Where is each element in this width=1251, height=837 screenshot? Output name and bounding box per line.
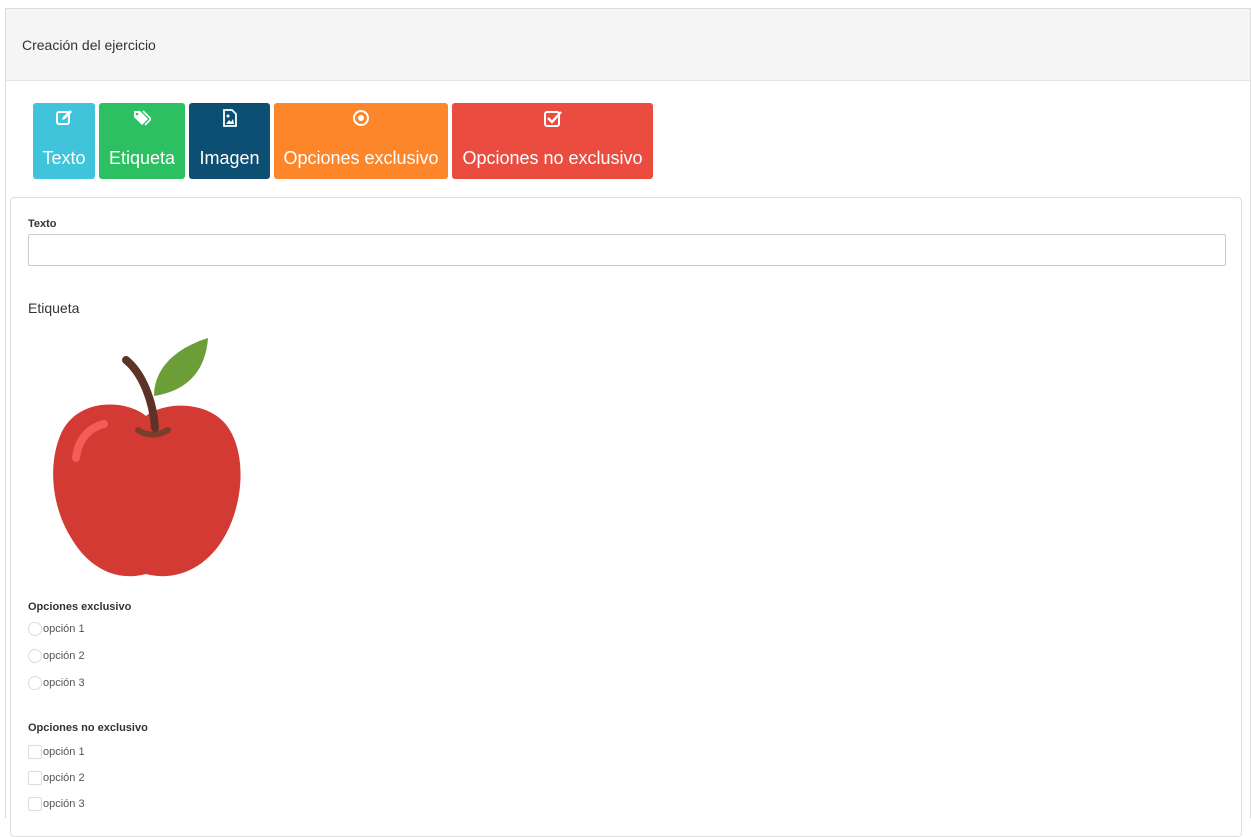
checkbox-icon: [543, 111, 562, 127]
checkbox-option-1[interactable]: opción 1: [28, 745, 85, 759]
opciones-exclusivo-button-label: Opciones exclusivo: [283, 148, 439, 168]
imagen-button[interactable]: Imagen: [189, 103, 270, 179]
radio-option-1[interactable]: opción 1: [28, 622, 85, 636]
opciones-no-exclusivo-button[interactable]: Opciones no exclusivo: [452, 103, 653, 179]
texto-button[interactable]: Texto: [33, 103, 95, 179]
radio-option-label: opción 3: [43, 677, 85, 689]
radio-button[interactable]: [28, 649, 42, 663]
page-title: Creación del ejercicio: [22, 36, 156, 53]
checkbox-option-3[interactable]: opción 3: [28, 797, 85, 811]
radio-option-3[interactable]: opción 3: [28, 676, 85, 690]
checkbox-option-2[interactable]: opción 2: [28, 771, 85, 785]
checkbox[interactable]: [28, 797, 42, 811]
etiqueta-button[interactable]: Etiqueta: [99, 103, 185, 179]
etiqueta-button-label: Etiqueta: [108, 148, 176, 168]
texto-button-label: Texto: [42, 148, 86, 168]
checkbox-option-label: opción 2: [43, 772, 85, 784]
element-toolbar: Texto Etiqueta Imagen Opciones exclusivo…: [33, 103, 653, 179]
exercise-panel: Creación del ejercicio Texto Etiqueta Im…: [5, 8, 1251, 837]
image-icon: [222, 109, 237, 127]
checkbox-option-label: opción 1: [43, 746, 85, 758]
texto-field-label: Texto: [28, 218, 57, 230]
opciones-no-exclusivo-button-label: Opciones no exclusivo: [462, 148, 643, 168]
radio-button[interactable]: [28, 622, 42, 636]
exercise-preview: Texto Etiqueta Opciones exclusivo opción…: [10, 197, 1242, 837]
panel-heading: Creación del ejercicio: [6, 9, 1250, 81]
radio-circle-icon: [353, 110, 369, 126]
radio-button[interactable]: [28, 676, 42, 690]
opciones-exclusivo-title: Opciones exclusivo: [28, 601, 132, 613]
etiqueta-text: Etiqueta: [28, 300, 80, 316]
opciones-exclusivo-button[interactable]: Opciones exclusivo: [274, 103, 448, 179]
checkbox[interactable]: [28, 745, 42, 759]
radio-option-2[interactable]: opción 2: [28, 649, 85, 663]
checkbox[interactable]: [28, 771, 42, 785]
texto-input[interactable]: [28, 234, 1226, 266]
apple-image: [53, 338, 241, 577]
imagen-button-label: Imagen: [199, 148, 260, 168]
radio-option-label: opción 1: [43, 623, 85, 635]
edit-icon: [56, 110, 72, 125]
tags-icon: [134, 110, 151, 126]
radio-option-label: opción 2: [43, 650, 85, 662]
checkbox-option-label: opción 3: [43, 798, 85, 810]
opciones-no-exclusivo-title: Opciones no exclusivo: [28, 722, 148, 734]
